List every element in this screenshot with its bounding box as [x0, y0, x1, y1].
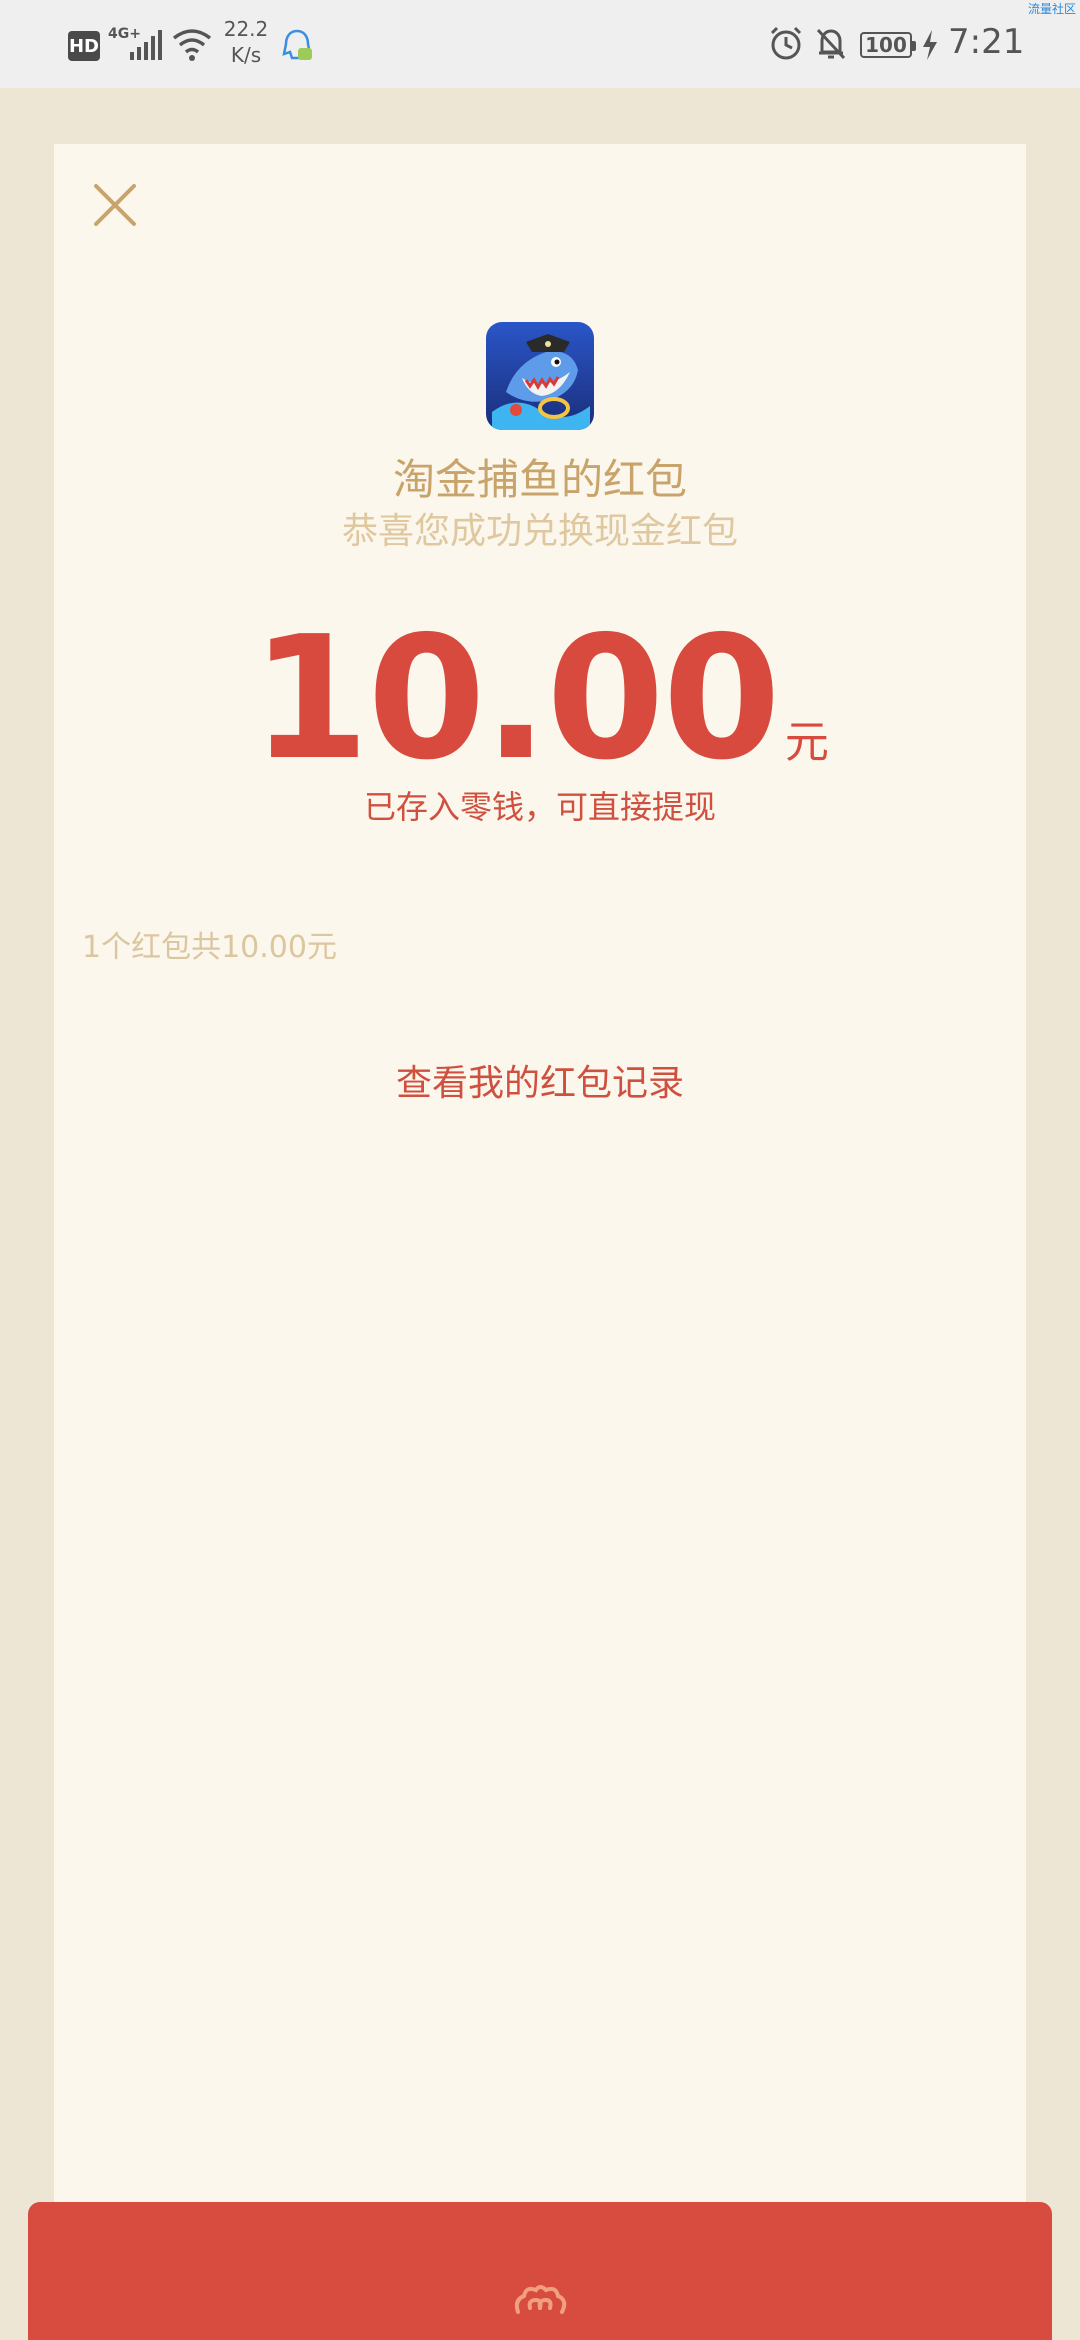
- zigzag-edge: [54, 2244, 1026, 2266]
- close-icon[interactable]: [90, 180, 140, 230]
- status-left: HD: [68, 18, 110, 74]
- notifications-off-icon: [816, 28, 846, 60]
- zigzag-path: [54, 2244, 1026, 2266]
- watermark: 流量社区: [1027, 2, 1076, 16]
- hd-badge: HD: [68, 31, 100, 61]
- amount-unit: 元: [784, 717, 829, 768]
- clock: 7:21: [948, 22, 1025, 62]
- app-icon: [486, 322, 594, 430]
- battery-indicator: 100: [860, 32, 916, 58]
- packet-summary: 1个红包共10.00元: [82, 930, 337, 965]
- network-speed-unit: K/s: [230, 43, 262, 67]
- wifi-icon: [172, 29, 212, 61]
- qq-notification-icon: [282, 29, 312, 60]
- stored-note: 已存入零钱，可直接提现: [363, 788, 716, 826]
- bottom-red-band: [28, 2202, 1052, 2340]
- redeem-subtitle: 恭喜您成功兑换现金红包: [341, 511, 738, 552]
- alarm-icon: [770, 26, 802, 60]
- network-speed-value: 22.2: [223, 17, 269, 41]
- charging-icon: [923, 30, 937, 60]
- cloud-ornament-icon: [514, 2285, 567, 2314]
- cellular-signal-icon: [130, 30, 162, 60]
- network-speed: 22.2 K/s: [222, 16, 270, 68]
- amount: 10.00 元: [0, 600, 1080, 798]
- app-name: 淘金捕鱼的红包: [392, 455, 687, 504]
- view-records-link[interactable]: 查看我的红包记录: [0, 1054, 1080, 1106]
- amount-value: 10.00: [251, 600, 781, 798]
- status-bar: HD 4G+ 22.2 K/s 100 7:21 流量社区: [0, 0, 1080, 88]
